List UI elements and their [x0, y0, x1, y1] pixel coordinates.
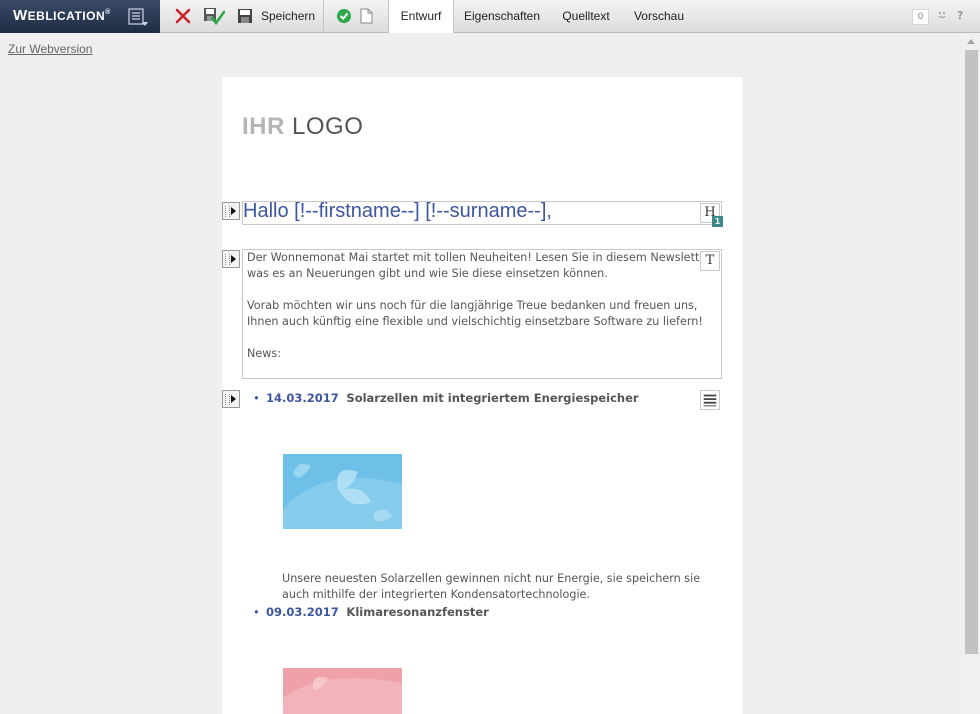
newsletter-page: IHR LOGO Hallo [!--firstname--] [!--surn…	[222, 77, 742, 714]
save-and-approve-icon[interactable]	[203, 7, 225, 25]
close-icon[interactable]	[174, 7, 192, 25]
intro-text: Der Wonnemonat Mai startet mit tollen Ne…	[247, 250, 702, 360]
play-arrow-icon	[231, 255, 236, 263]
news-item[interactable]: • 09.03.2017 Klimaresonanzfenster	[253, 605, 489, 619]
description-line: auch mithilfe der integrierten Kondensat…	[282, 588, 590, 601]
toolbar-separator	[323, 0, 324, 32]
tab-eigenschaften[interactable]: Eigenschaften	[458, 0, 546, 32]
tab-entwurf[interactable]: Entwurf	[388, 0, 454, 33]
news-image-window	[283, 668, 402, 714]
web-version-link[interactable]: Zur Webversion	[8, 42, 92, 56]
weblication-logo: WEBLICATION®	[13, 7, 111, 24]
news-image-solar	[283, 454, 402, 529]
intro-line: was es an Neuerungen gibt und wie Sie di…	[247, 267, 608, 280]
thanks-line: Vorab möchten wir uns noch für die langj…	[247, 299, 698, 312]
smiley-icon[interactable]	[936, 9, 948, 21]
intro-line: Der Wonnemonat Mai startet mit tollen Ne…	[247, 251, 702, 264]
menu-icon[interactable]	[128, 7, 148, 27]
greeting-headline: Hallo [!--firstname--] [!--surname--],	[243, 200, 552, 222]
news-date: 09.03.2017	[266, 605, 339, 619]
news-item[interactable]: • 14.03.2017 Solarzellen mit integrierte…	[253, 391, 639, 405]
news-description: Unsere neuesten Solarzellen gewinnen nic…	[282, 571, 712, 603]
block-handle[interactable]	[222, 202, 240, 220]
news-title[interactable]: Klimaresonanzfenster	[346, 605, 488, 619]
headline-count-badge: 1	[712, 216, 723, 227]
help-icon[interactable]: ?	[957, 9, 963, 22]
play-arrow-icon	[231, 207, 236, 215]
thanks-line: Ihnen auch künftig eine flexible und vie…	[247, 315, 702, 328]
notification-counter[interactable]: 0	[912, 9, 929, 25]
list-icon[interactable]	[700, 390, 720, 410]
scroll-up-arrow-icon[interactable]	[967, 39, 975, 44]
description-line: Unsere neuesten Solarzellen gewinnen nic…	[282, 572, 701, 585]
news-label: News:	[247, 347, 281, 360]
play-arrow-icon	[231, 395, 236, 403]
toolbar: WEBLICATION® Speichern Entwurf Eigenscha…	[0, 0, 980, 33]
vertical-scrollbar[interactable]	[963, 33, 980, 714]
tab-quelltext[interactable]: Quelltext	[555, 0, 617, 32]
save-button[interactable]: Speichern	[261, 9, 315, 23]
tab-vorschau[interactable]: Vorschau	[625, 0, 693, 32]
block-handle[interactable]	[222, 390, 240, 408]
news-date: 14.03.2017	[266, 391, 339, 405]
check-circle-icon[interactable]	[336, 7, 354, 25]
text-format-icon[interactable]: T	[700, 251, 720, 271]
brand-area: WEBLICATION®	[0, 0, 160, 33]
news-title[interactable]: Solarzellen mit integriertem Energiespei…	[346, 391, 638, 405]
scroll-thumb[interactable]	[965, 50, 978, 654]
save-icon[interactable]	[236, 7, 254, 25]
block-handle[interactable]	[222, 250, 240, 268]
logo-placeholder: IHR LOGO	[242, 113, 364, 140]
document-icon[interactable]	[357, 7, 375, 25]
